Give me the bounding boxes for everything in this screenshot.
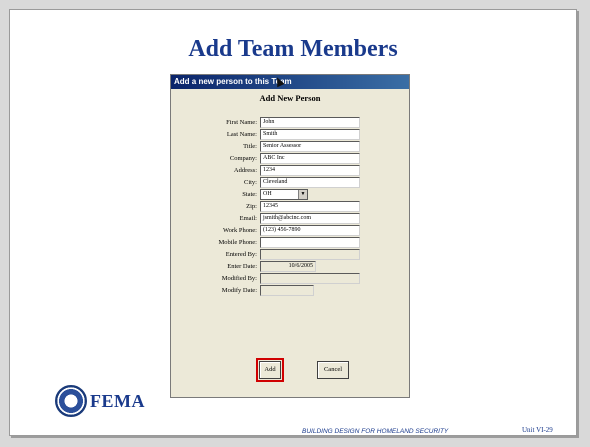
email-row: Email: jsmith@abcinc.com [171, 213, 409, 224]
modified-by-row: Modified By: [171, 273, 409, 284]
enter-date-field: 10/6/2005 [260, 261, 316, 272]
add-person-dialog: Add a new person to this Team Add New Pe… [170, 74, 410, 398]
city-field[interactable]: Cleveland [260, 177, 360, 188]
enter-date-label: Enter Date: [227, 263, 257, 270]
first-name-label: First Name: [226, 119, 257, 126]
unit-number: Unit VI-29 [522, 426, 553, 434]
title-field[interactable]: Senior Assessor [260, 141, 360, 152]
first-name-row: First Name: John [171, 117, 409, 128]
work-phone-field[interactable]: (123) 456-7890 [260, 225, 360, 236]
email-field[interactable]: jsmith@abcinc.com [260, 213, 360, 224]
title-label: Title: [243, 143, 257, 150]
state-row: State: OH ▼ [171, 189, 409, 200]
slide: Add Team Members Add a new person to thi… [9, 9, 577, 436]
entered-by-field [260, 249, 360, 260]
modified-by-field [260, 273, 360, 284]
modified-by-label: Modified By: [221, 275, 257, 282]
company-field[interactable]: ABC Inc [260, 153, 360, 164]
company-label: Company: [229, 155, 257, 162]
address-row: Address: 1234 [171, 165, 409, 176]
course-footer: BUILDING DESIGN FOR HOMELAND SECURITY [302, 428, 449, 435]
mobile-phone-row: Mobile Phone: [171, 237, 409, 248]
city-label: City: [243, 179, 257, 186]
chevron-down-icon[interactable]: ▼ [298, 190, 307, 199]
state-select-value: OH [263, 191, 272, 197]
zip-row: Zip: 12345 [171, 201, 409, 212]
last-name-field[interactable]: Smith [260, 129, 360, 140]
add-button[interactable]: Add [256, 358, 284, 382]
last-name-label: Last Name: [226, 131, 257, 138]
last-name-row: Last Name: Smith [171, 129, 409, 140]
mobile-phone-label: Mobile Phone: [218, 239, 257, 246]
dialog-heading: Add New Person [259, 93, 321, 103]
dhs-seal-icon [55, 385, 87, 417]
zip-field[interactable]: 12345 [260, 201, 360, 212]
modify-date-field [260, 285, 314, 296]
city-row: City: Cleveland [171, 177, 409, 188]
state-select[interactable]: OH ▼ [260, 189, 308, 200]
address-label: Address: [233, 167, 257, 174]
fema-logo: FEMA [90, 391, 145, 411]
state-label: State: [242, 191, 257, 198]
slide-title: Add Team Members [188, 36, 398, 62]
zip-label: Zip: [246, 203, 257, 210]
entered-by-row: Entered By: [171, 249, 409, 260]
mobile-phone-field[interactable] [260, 237, 360, 248]
company-row: Company: ABC Inc [171, 153, 409, 164]
email-label: Email: [239, 215, 257, 222]
entered-by-label: Entered By: [225, 251, 257, 258]
address-field[interactable]: 1234 [260, 165, 360, 176]
work-phone-label: Work Phone: [223, 227, 257, 234]
modify-date-label: Modify Date: [221, 287, 257, 294]
enter-date-row: Enter Date: 10/6/2005 [171, 261, 409, 272]
dialog-titlebar[interactable]: Add a new person to this Team [171, 75, 409, 89]
modify-date-row: Modify Date: [171, 285, 409, 296]
cancel-button[interactable]: Cancel [317, 361, 349, 379]
title-row: Title: Senior Assessor [171, 141, 409, 152]
work-phone-row: Work Phone: (123) 456-7890 [171, 225, 409, 236]
first-name-field[interactable]: John [260, 117, 360, 128]
